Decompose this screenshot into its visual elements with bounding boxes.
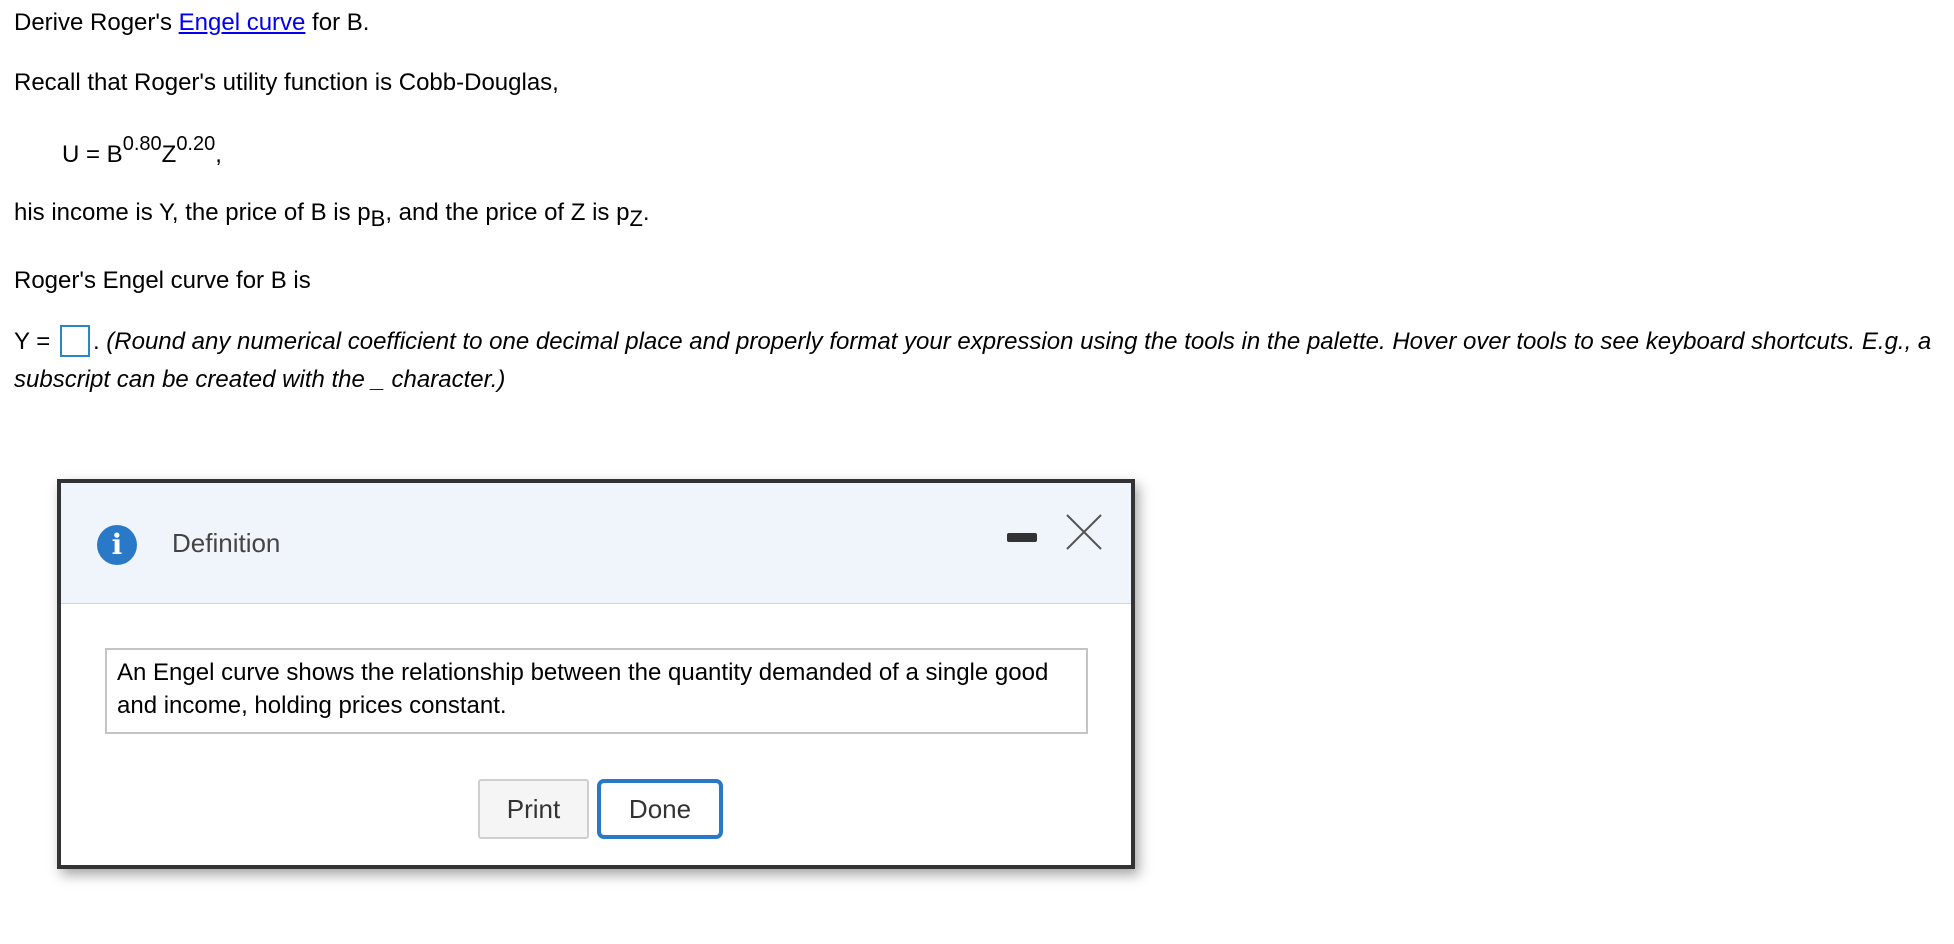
line-4-part-2: , and the price of Z is p bbox=[385, 199, 630, 226]
utility-formula: U = B0.80Z0.20, bbox=[62, 133, 222, 171]
formula-var-z: Z bbox=[161, 141, 177, 168]
formula-lhs: U = B bbox=[62, 141, 123, 168]
definition-dialog: i Definition An Engel curve shows the re… bbox=[57, 479, 1135, 869]
question-line-1-suffix: for B. bbox=[305, 9, 370, 36]
instruction-text: (Round any numerical coefficient to one … bbox=[14, 328, 1932, 393]
question-line-2: Recall that Roger's utility function is … bbox=[14, 69, 559, 96]
dialog-title: Definition bbox=[172, 528, 281, 558]
question-line-1-prefix: Derive Roger's bbox=[14, 9, 179, 36]
formula-exponent-z: 0.20 bbox=[176, 133, 216, 155]
line-4-part-3: . bbox=[642, 199, 650, 226]
question-line-4: his income is Y, the price of B is pB, a… bbox=[14, 198, 650, 231]
price-z-subscript: Z bbox=[629, 206, 643, 231]
question-line-5: Roger's Engel curve for B is bbox=[14, 267, 311, 294]
info-icon: i bbox=[97, 525, 137, 565]
price-b-subscript: B bbox=[370, 206, 386, 231]
answer-prefix: Y = bbox=[14, 328, 57, 355]
question-line-1: Derive Roger's Engel curve for B. bbox=[14, 8, 369, 38]
dialog-header: i Definition bbox=[61, 483, 1131, 604]
engel-curve-link[interactable]: Engel curve bbox=[179, 9, 306, 36]
minimize-icon[interactable] bbox=[1007, 533, 1037, 542]
answer-paragraph: Y = . (Round any numerical coefficient t… bbox=[14, 323, 1934, 399]
done-button[interactable]: Done bbox=[597, 779, 723, 839]
formula-trail: , bbox=[215, 141, 222, 168]
formula-exponent-b: 0.80 bbox=[122, 133, 162, 155]
answer-input[interactable] bbox=[59, 324, 90, 357]
print-button[interactable]: Print bbox=[478, 779, 589, 839]
definition-text: An Engel curve shows the relationship be… bbox=[105, 648, 1088, 734]
instruction-period: . bbox=[92, 328, 100, 355]
close-icon[interactable] bbox=[1063, 511, 1105, 553]
line-4-part-1: his income is Y, the price of B is p bbox=[14, 199, 371, 226]
